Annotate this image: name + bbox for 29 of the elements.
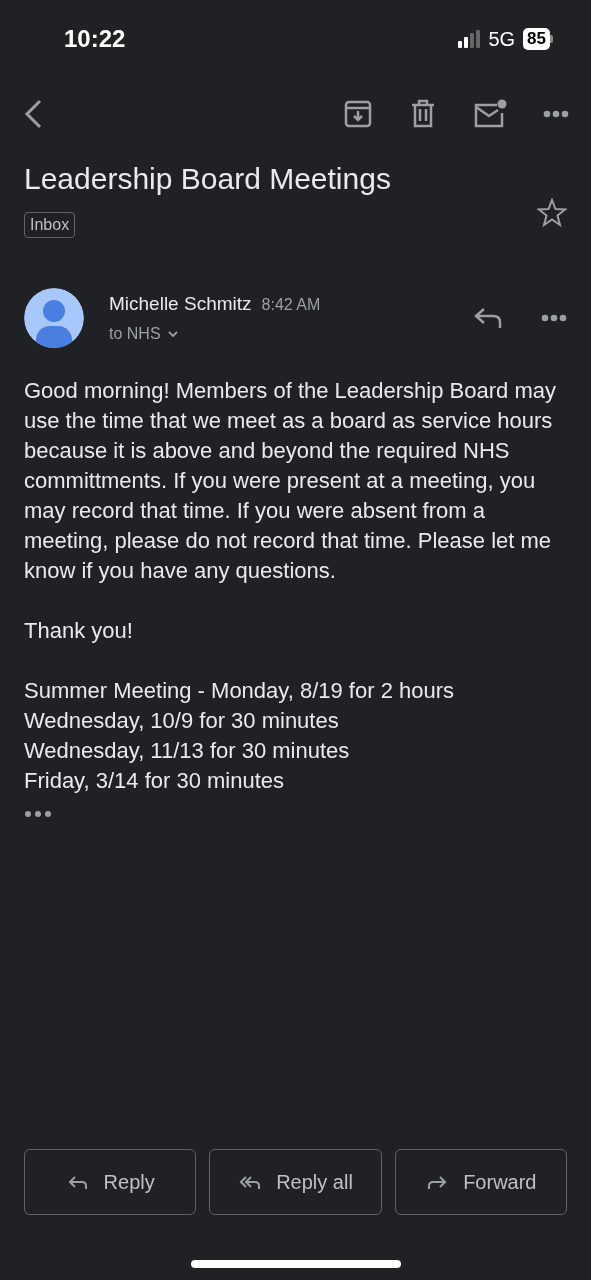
delete-button[interactable] [409, 99, 437, 129]
chevron-down-icon[interactable] [166, 330, 179, 338]
message-line: Friday, 3/14 for 30 minutes [24, 767, 286, 795]
message-line: Wednesday, 11/13 for 30 minutes [24, 737, 351, 765]
action-button[interactable]: Forward [394, 1149, 567, 1215]
back-button[interactable] [22, 98, 44, 130]
expand-dots-icon[interactable] [24, 810, 52, 818]
signal-icon [458, 30, 481, 48]
action-button[interactable]: Reply all [209, 1149, 382, 1215]
network-label: 5G [488, 27, 516, 51]
email-subject: Leadership Board Meetings [24, 162, 392, 196]
avatar-icon [24, 288, 84, 348]
message-line: Wednesday, 10/9 for 30 minutes [24, 707, 340, 735]
message-line: Summer Meeting - Monday, 8/19 for 2 hours [24, 677, 455, 705]
star-button[interactable] [537, 198, 567, 228]
reply-button[interactable] [473, 306, 503, 330]
more-button[interactable] [541, 314, 567, 322]
sender-name: Michelle Schmitz [109, 293, 252, 314]
message-paragraph: Good morning! Members of the Leadership Board may use the time that we meet as a board as service hours because it is above and beyond the required NHS committments. If you were present at a meeting, you may record that time. If you were absent from a meeting, please do not record that time. Please let me know if you have any questions. [24, 377, 557, 585]
mark-unread-button[interactable] [473, 99, 507, 129]
archive-button[interactable] [343, 99, 373, 129]
sent-time: 8:42 AM [261, 296, 321, 313]
more-button[interactable] [543, 110, 569, 118]
battery-level: 85 [523, 28, 550, 50]
action-button[interactable]: Reply [24, 1149, 197, 1215]
inbox-label[interactable]: Inbox [24, 212, 76, 238]
recipients[interactable]: to NHS [109, 325, 161, 343]
status-time: 10:22 [64, 25, 127, 53]
message-paragraph: Thank you! [24, 617, 134, 645]
